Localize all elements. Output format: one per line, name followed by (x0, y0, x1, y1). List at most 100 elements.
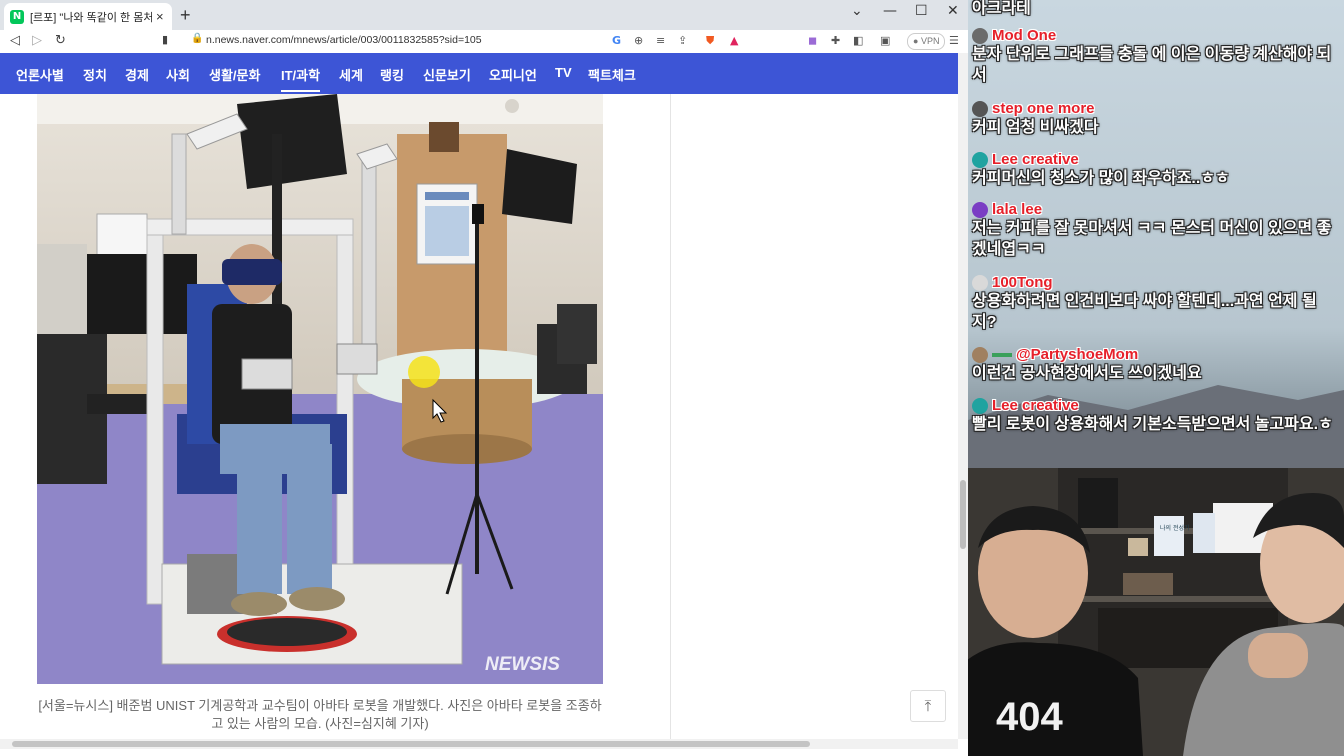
nav-item-factcheck[interactable]: 팩트체크 (588, 65, 636, 84)
chat-username: Lee creative (972, 397, 1340, 414)
chat-message: 아크라테 (972, 0, 1340, 19)
google-translate-icon[interactable]: G (612, 34, 621, 47)
user-avatar-icon (972, 201, 988, 218)
article-content: NEWSIS [서울=뉴시스] 배준범 UNIST 기계공학과 교수팀이 아바타… (0, 94, 958, 739)
new-tab-button[interactable]: + (180, 5, 191, 26)
chat-username: @PartyshoeMom (972, 346, 1340, 363)
wallet-icon[interactable]: ▣ (880, 34, 890, 47)
user-avatar-icon (972, 274, 988, 291)
brave-shield-icon[interactable]: ⛊ (706, 34, 714, 48)
nav-item-economy[interactable]: 경제 (125, 65, 149, 84)
chat-username-text: Mod One (992, 27, 1057, 44)
webcam-image: 나의 전성기 404 (968, 468, 1344, 756)
chat-username-text: 100Tong (992, 274, 1053, 291)
nav-item-newspaper[interactable]: 신문보기 (423, 65, 471, 84)
user-avatar-icon (972, 151, 988, 168)
chat-message: lala lee 저는 커피를 잘 못마셔서 ㅋㅋ 몬스터 머신이 있으면 좋겠… (972, 201, 1340, 260)
chat-message-text: 빨리 로봇이 상용화해서 기본소득받으면서 놀고파요.ㅎ (972, 416, 1333, 433)
nav-item-it-science[interactable]: IT/과학 (281, 65, 321, 92)
zoom-icon[interactable]: ⊕ (634, 34, 643, 47)
shirt-text: 404 (996, 695, 1063, 739)
vertical-scrollbar[interactable] (958, 53, 968, 739)
webcam-feed: 나의 전성기 404 (968, 468, 1344, 756)
chat-username-text: step one more (992, 100, 1095, 117)
brave-rewards-icon[interactable]: ▲ (730, 34, 738, 47)
chat-username-text: Lee creative (992, 397, 1079, 414)
chat-username: step one more (972, 100, 1340, 117)
chat-message: @PartyshoeMom 이런건 공사현장에서도 쓰이겠네요 (972, 346, 1340, 384)
chat-message: Lee creative 빨리 로봇이 상용화해서 기본소득받으면서 놀고파요.… (972, 397, 1340, 435)
naver-news-category-nav: 언론사별 정치 경제 사회 생활/문화 IT/과학 세계 랭킹 신문보기 오피니… (0, 53, 958, 94)
badge-icon (992, 352, 1012, 357)
chat-message-text: 저는 커피를 잘 못마셔서 ㅋㅋ 몬스터 머신이 있으면 좋겠네엽ㅋㅋ (972, 220, 1332, 258)
minimize-button[interactable]: — (883, 3, 897, 19)
bookmark-icon[interactable]: ▮ (162, 33, 168, 46)
address-bar-row: ◁ ▷ ↻ ▮ 🔒 n.news.naver.com/mnews/article… (0, 30, 968, 54)
scroll-to-top-button[interactable]: ⤒ (910, 690, 946, 722)
share-icon[interactable]: ⇪ (678, 34, 687, 47)
nav-item-life-culture[interactable]: 생활/문화 (209, 65, 260, 84)
nav-item-world[interactable]: 세계 (339, 65, 363, 84)
chat-username-text: lala lee (992, 201, 1043, 218)
chat-message-text: 이런건 공사현장에서도 쓰이겠네요 (972, 365, 1202, 382)
chat-message: step one more 커피 엄청 비싸겠다 (972, 100, 1340, 138)
photo-caption-line1: [서울=뉴시스] 배준범 UNIST 기계공학과 교수팀이 아바타 로봇을 개발… (38, 698, 602, 713)
chat-username-text: Lee creative (992, 151, 1079, 168)
tab-title: [르포] "나와 똑같이 한 몸처럼 움직 (30, 11, 152, 24)
user-avatar-icon (972, 100, 988, 117)
photo-caption-line2: 고 있는 사람의 모습. (사진=심지혜 기자) (211, 716, 429, 731)
browser-tab-active[interactable]: N [르포] "나와 똑같이 한 몸처럼 움직 × (4, 3, 172, 30)
tab-search-button[interactable]: ⌄ (851, 3, 863, 19)
extensions-puzzle-icon[interactable]: ✚ (831, 34, 840, 47)
sidebar-toggle-icon[interactable]: ◧ (853, 34, 863, 47)
url-field[interactable]: n.news.naver.com/mnews/article/003/00118… (206, 34, 482, 46)
extension-m-icon[interactable]: ◼ (808, 34, 817, 47)
photo-caption: [서울=뉴시스] 배준범 UNIST 기계공학과 교수팀이 아바타 로봇을 개발… (20, 697, 620, 733)
chat-username-text: @PartyshoeMom (1016, 346, 1139, 363)
chat-message-text: 분자 단위로 그래프들 충돌 에 이은 이동량 계산해야 되서 (972, 46, 1332, 84)
nav-item-press[interactable]: 언론사별 (16, 65, 64, 84)
newsis-watermark: NEWSIS (485, 654, 560, 675)
user-avatar-icon (972, 27, 988, 44)
book-label: 나의 전성기 (1160, 524, 1190, 532)
tab-close-icon[interactable]: × (156, 9, 164, 24)
nav-item-tv[interactable]: TV (555, 65, 572, 80)
vertical-scrollbar-thumb[interactable] (960, 480, 966, 549)
user-avatar-icon (972, 397, 988, 414)
chat-message-text: 커피머신의 청소가 많이 좌우하죠..ㅎㅎ (972, 170, 1230, 187)
chat-message-text: 커피 엄청 비싸겠다 (972, 119, 1099, 136)
avatar-robot-photo-image: NEWSIS (37, 94, 603, 684)
forward-icon[interactable]: ▷ (32, 33, 42, 48)
vpn-button[interactable]: ● VPN (907, 33, 946, 50)
chat-message: Mod One 분자 단위로 그래프들 충돌 에 이은 이동량 계산해야 되서 (972, 27, 1340, 86)
chat-message-text: 상용화하려면 인건비보다 싸야 할텐데...과연 언제 될지? (972, 293, 1317, 331)
user-avatar-icon (972, 346, 988, 363)
content-column-divider (670, 94, 671, 739)
menu-icon[interactable]: ☰ (949, 34, 959, 47)
chat-message: 100Tong 상용화하려면 인건비보다 싸야 할텐데...과연 언제 될지? (972, 274, 1340, 333)
chat-message: Lee creative 커피머신의 청소가 많이 좌우하죠..ㅎㅎ (972, 151, 1340, 189)
close-window-button[interactable]: ✕ (947, 3, 959, 19)
arrow-up-icon: ⤒ (924, 697, 932, 715)
maximize-button[interactable]: ☐ (915, 3, 928, 19)
reader-mode-icon[interactable]: ≡ (656, 34, 665, 47)
naver-favicon-icon: N (10, 9, 24, 24)
vpn-label: VPN (920, 36, 940, 46)
nav-item-politics[interactable]: 정치 (83, 65, 107, 84)
nav-item-society[interactable]: 사회 (166, 65, 190, 84)
lock-icon: 🔒 (191, 33, 204, 44)
chat-username: Lee creative (972, 151, 1340, 168)
nav-item-opinion[interactable]: 오피니언 (489, 65, 537, 84)
horizontal-scrollbar[interactable] (0, 739, 958, 749)
horizontal-scrollbar-thumb[interactable] (12, 741, 810, 747)
tab-bar: N [르포] "나와 똑같이 한 몸처럼 움직 × + ⌄ — ☐ ✕ (0, 0, 968, 30)
back-icon[interactable]: ◁ (10, 33, 20, 48)
article-photo: NEWSIS (37, 94, 603, 684)
chat-username: 100Tong (972, 274, 1340, 291)
browser-window: N [르포] "나와 똑같이 한 몸처럼 움직 × + ⌄ — ☐ ✕ ◁ ▷ … (0, 0, 968, 756)
reload-icon[interactable]: ↻ (55, 33, 66, 48)
nav-item-ranking[interactable]: 랭킹 (380, 65, 404, 84)
chat-username: lala lee (972, 201, 1340, 218)
chat-message-text: 아크라테 (972, 0, 1031, 17)
stream-chat-overlay: 아크라테 Mod One 분자 단위로 그래프들 충돌 에 이은 이동량 계산해… (968, 0, 1344, 468)
